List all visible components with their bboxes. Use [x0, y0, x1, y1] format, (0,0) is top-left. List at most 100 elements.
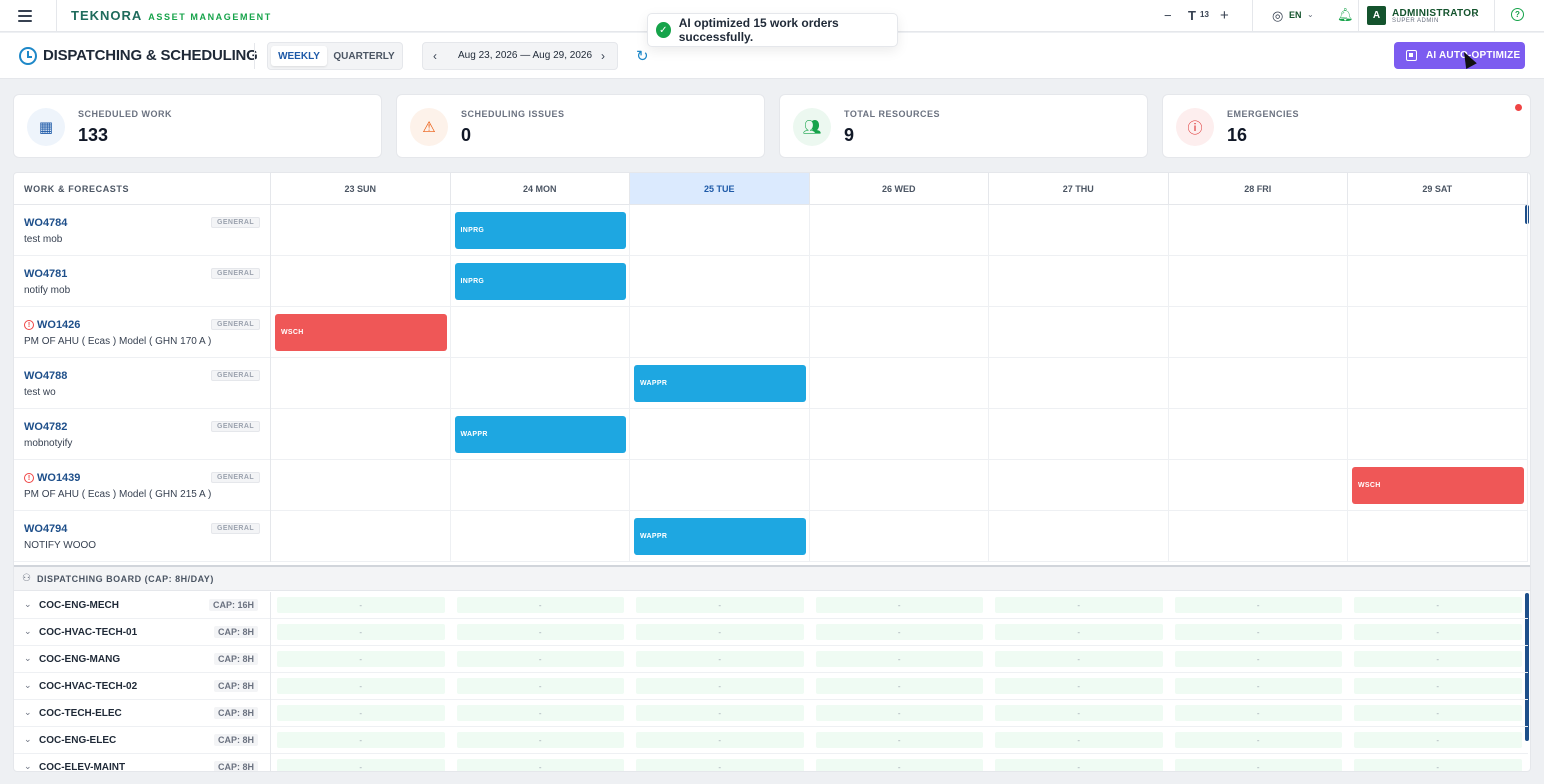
app-logo[interactable]: TEKNORA ASSET MANAGEMENT: [71, 8, 272, 23]
dispatch-slot[interactable]: -: [277, 678, 445, 694]
dispatch-slot[interactable]: -: [1174, 651, 1342, 667]
schedule-cell[interactable]: WAPPR: [630, 358, 810, 409]
chevron-down-icon[interactable]: ⌄: [24, 761, 32, 771]
dispatch-slot[interactable]: -: [1174, 678, 1342, 694]
work-order-bar[interactable]: INPRG: [454, 212, 626, 249]
dispatch-slot[interactable]: -: [1354, 678, 1522, 694]
schedule-cell[interactable]: [989, 460, 1169, 511]
schedule-cell[interactable]: [1169, 409, 1348, 460]
dispatch-slot[interactable]: -: [456, 732, 624, 748]
dispatch-slot[interactable]: -: [1174, 705, 1342, 721]
dispatch-slot[interactable]: -: [1354, 624, 1522, 640]
work-order-label[interactable]: WO4784 test mob GENERAL: [14, 205, 271, 256]
dispatch-slot[interactable]: -: [815, 732, 983, 748]
dispatch-slot[interactable]: -: [995, 678, 1163, 694]
schedule-cell[interactable]: [1169, 460, 1348, 511]
dispatch-slot[interactable]: -: [815, 624, 983, 640]
schedule-cell[interactable]: [810, 256, 989, 307]
dispatch-slot[interactable]: -: [636, 651, 804, 667]
chevron-left-icon[interactable]: ‹: [433, 49, 437, 63]
work-order-id[interactable]: WO4794: [24, 523, 67, 535]
schedule-cell[interactable]: [810, 205, 989, 256]
dispatch-slot[interactable]: -: [277, 759, 445, 771]
schedule-cell[interactable]: [271, 460, 451, 511]
dispatch-slot[interactable]: -: [636, 678, 804, 694]
work-order-id[interactable]: WO4784: [24, 217, 67, 229]
dispatch-slot[interactable]: -: [277, 651, 445, 667]
resource-label[interactable]: ⌄ COC-ENG-MECH CAP: 16H: [14, 592, 271, 619]
schedule-cell[interactable]: [451, 460, 630, 511]
bell-icon[interactable]: 🔔︎: [1337, 7, 1354, 23]
dispatch-slot[interactable]: -: [636, 597, 804, 613]
dispatch-slot[interactable]: -: [277, 597, 445, 613]
dispatch-slot[interactable]: -: [1174, 759, 1342, 771]
dispatch-slot[interactable]: -: [1354, 651, 1522, 667]
resource-label[interactable]: ⌄ COC-ENG-ELEC CAP: 8H: [14, 727, 271, 754]
work-order-id[interactable]: WO4781: [24, 268, 67, 280]
schedule-cell[interactable]: [271, 409, 451, 460]
chevron-down-icon[interactable]: ⌄: [24, 599, 32, 610]
dispatch-slot[interactable]: -: [636, 732, 804, 748]
work-order-label[interactable]: WO4794 NOTIFY WOOO GENERAL: [14, 511, 271, 562]
dispatch-slot[interactable]: -: [995, 705, 1163, 721]
work-order-bar[interactable]: WAPPR: [634, 518, 806, 555]
work-order-bar[interactable]: WSCH: [275, 314, 447, 351]
work-order-id[interactable]: WO4782: [24, 421, 67, 433]
dispatch-slot[interactable]: -: [636, 759, 804, 771]
schedule-cell[interactable]: [630, 256, 810, 307]
tab-weekly[interactable]: WEEKLY: [271, 46, 327, 66]
chevron-down-icon[interactable]: ⌄: [24, 626, 32, 637]
schedule-cell[interactable]: [989, 307, 1169, 358]
schedule-cell[interactable]: [271, 205, 451, 256]
schedule-cell[interactable]: [451, 511, 630, 562]
schedule-cell[interactable]: [1348, 409, 1528, 460]
schedule-cell[interactable]: [989, 358, 1169, 409]
dispatch-slot[interactable]: -: [277, 705, 445, 721]
schedule-cell[interactable]: [989, 511, 1169, 562]
schedule-cell[interactable]: [1348, 205, 1528, 256]
schedule-cell[interactable]: [630, 307, 810, 358]
work-order-bar[interactable]: WAPPR: [454, 416, 626, 453]
work-order-label[interactable]: WO4788 test wo GENERAL: [14, 358, 271, 409]
work-order-bar[interactable]: WAPPR: [634, 365, 806, 402]
resource-label[interactable]: ⌄ COC-TECH-ELEC CAP: 8H: [14, 700, 271, 727]
chevron-down-icon[interactable]: ⌄: [1307, 10, 1314, 19]
schedule-cell[interactable]: INPRG: [451, 256, 630, 307]
dispatch-slot[interactable]: -: [995, 597, 1163, 613]
dispatch-slot[interactable]: -: [995, 624, 1163, 640]
schedule-cell[interactable]: [810, 460, 989, 511]
schedule-cell[interactable]: [810, 409, 989, 460]
chevron-down-icon[interactable]: ⌄: [24, 707, 32, 718]
dispatch-slot[interactable]: -: [636, 624, 804, 640]
schedule-cell[interactable]: [1169, 256, 1348, 307]
schedule-cell[interactable]: [810, 511, 989, 562]
dispatch-slot[interactable]: -: [277, 624, 445, 640]
dispatch-slot[interactable]: -: [815, 678, 983, 694]
work-order-bar[interactable]: INPRG: [454, 263, 626, 300]
schedule-cell[interactable]: [630, 460, 810, 511]
dispatch-slot[interactable]: -: [815, 651, 983, 667]
schedule-cell[interactable]: WAPPR: [630, 511, 810, 562]
schedule-cell[interactable]: [810, 358, 989, 409]
dispatch-slot[interactable]: -: [456, 705, 624, 721]
work-order-id[interactable]: WO1439: [37, 472, 80, 484]
schedule-cell[interactable]: [451, 358, 630, 409]
dispatch-slot[interactable]: -: [1354, 759, 1522, 771]
tab-quarterly[interactable]: QUARTERLY: [330, 46, 398, 66]
schedule-cell[interactable]: [271, 358, 451, 409]
schedule-cell[interactable]: WAPPR: [451, 409, 630, 460]
schedule-cell[interactable]: [451, 307, 630, 358]
dispatch-slot[interactable]: -: [456, 678, 624, 694]
schedule-cell[interactable]: [989, 256, 1169, 307]
work-order-bar[interactable]: WSCH: [1352, 467, 1524, 504]
schedule-cell[interactable]: WSCH: [271, 307, 451, 358]
dispatch-slot[interactable]: -: [815, 705, 983, 721]
dispatch-slot[interactable]: -: [456, 624, 624, 640]
chevron-right-icon[interactable]: ›: [601, 49, 605, 63]
schedule-cell[interactable]: [630, 205, 810, 256]
dispatch-slot[interactable]: -: [995, 651, 1163, 667]
zoom-in-icon[interactable]: +: [1220, 7, 1229, 24]
schedule-cell[interactable]: [271, 511, 451, 562]
schedule-cell[interactable]: [630, 409, 810, 460]
dispatch-slot[interactable]: -: [1174, 624, 1342, 640]
